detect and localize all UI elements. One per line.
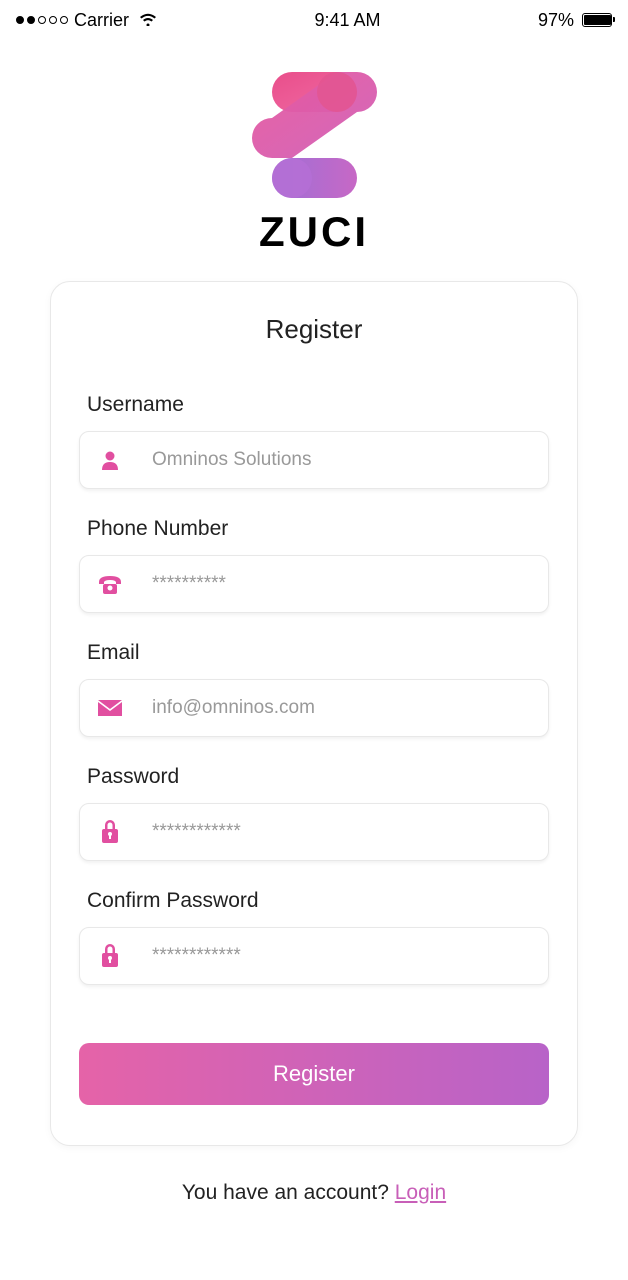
- mail-icon: [96, 694, 124, 722]
- lock-icon: [96, 818, 124, 846]
- email-input-wrapper[interactable]: [79, 679, 549, 737]
- status-right: 97%: [538, 10, 612, 31]
- username-field-group: Username: [79, 393, 549, 489]
- battery-icon: [582, 13, 612, 27]
- footer: You have an account? Login: [0, 1181, 628, 1205]
- status-left: Carrier: [16, 10, 157, 31]
- status-time: 9:41 AM: [314, 10, 380, 31]
- email-input[interactable]: [152, 697, 532, 719]
- username-input[interactable]: [152, 449, 532, 471]
- email-label: Email: [79, 641, 549, 665]
- password-label: Password: [79, 765, 549, 789]
- username-label: Username: [79, 393, 549, 417]
- confirm-password-input[interactable]: [152, 945, 532, 967]
- register-button[interactable]: Register: [79, 1043, 549, 1105]
- wifi-icon: [139, 10, 157, 31]
- username-input-wrapper[interactable]: [79, 431, 549, 489]
- brand-logo-icon: [244, 70, 384, 200]
- signal-strength-icon: [16, 16, 68, 24]
- status-bar: Carrier 9:41 AM 97%: [0, 0, 628, 40]
- footer-prompt: You have an account?: [182, 1181, 395, 1204]
- brand-name: ZUCI: [259, 208, 369, 256]
- phone-icon: [96, 570, 124, 598]
- password-input-wrapper[interactable]: [79, 803, 549, 861]
- phone-field-group: Phone Number: [79, 517, 549, 613]
- confirm-password-field-group: Confirm Password: [79, 889, 549, 985]
- lock-icon: [96, 942, 124, 970]
- carrier-label: Carrier: [74, 10, 129, 31]
- brand-logo-section: ZUCI: [0, 70, 628, 256]
- email-field-group: Email: [79, 641, 549, 737]
- confirm-password-input-wrapper[interactable]: [79, 927, 549, 985]
- phone-input-wrapper[interactable]: [79, 555, 549, 613]
- register-card: Register Username Phone Number: [50, 281, 578, 1146]
- battery-percent: 97%: [538, 10, 574, 31]
- password-input[interactable]: [152, 821, 532, 843]
- confirm-password-label: Confirm Password: [79, 889, 549, 913]
- user-icon: [96, 446, 124, 474]
- phone-label: Phone Number: [79, 517, 549, 541]
- password-field-group: Password: [79, 765, 549, 861]
- card-title: Register: [79, 314, 549, 345]
- login-link[interactable]: Login: [395, 1181, 446, 1204]
- phone-input[interactable]: [152, 573, 532, 595]
